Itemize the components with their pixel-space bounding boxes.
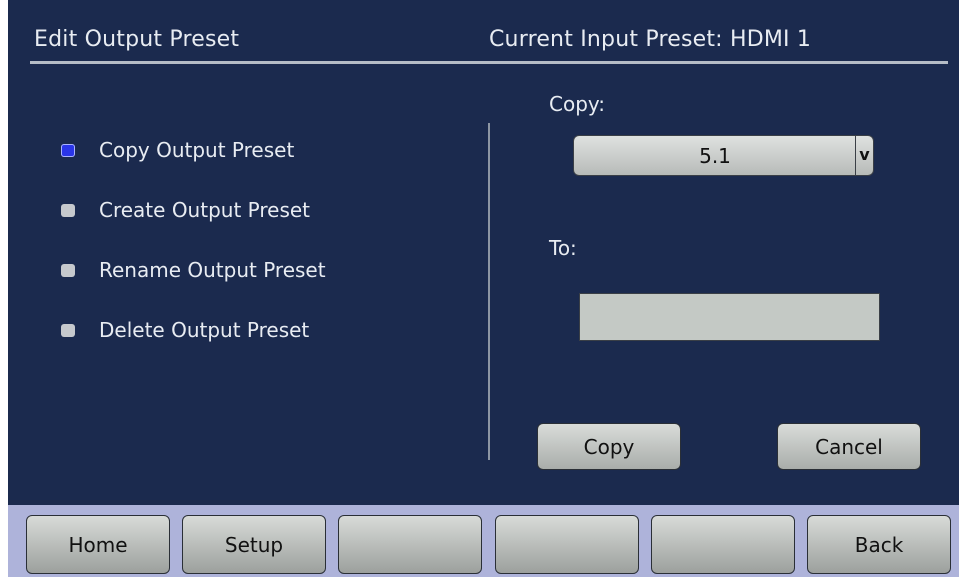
option-copy-output-preset[interactable]: Copy Output Preset	[60, 136, 380, 168]
copy-to-input[interactable]	[579, 293, 880, 341]
copy-button[interactable]: Copy	[537, 423, 681, 470]
cancel-button[interactable]: Cancel	[777, 423, 921, 470]
current-input-preset: Current Input Preset: HDMI 1	[489, 27, 812, 52]
chevron-down-icon[interactable]: v	[855, 136, 873, 175]
bottom-nav-bar: Home Setup Back	[8, 505, 959, 577]
vertical-divider	[488, 123, 490, 460]
home-button[interactable]: Home	[26, 515, 170, 574]
copy-from-label: Copy:	[549, 92, 606, 116]
copy-from-value: 5.1	[699, 144, 731, 168]
option-rename-output-preset[interactable]: Rename Output Preset	[60, 256, 380, 288]
edit-output-preset-screen: Edit Output Preset Current Input Preset:…	[8, 0, 959, 577]
nav-blank-button-2[interactable]	[495, 515, 639, 574]
option-label: Create Output Preset	[99, 198, 311, 222]
radio-icon	[61, 264, 75, 277]
page-title: Edit Output Preset	[34, 27, 240, 52]
title-divider	[30, 61, 948, 64]
option-label: Rename Output Preset	[99, 258, 326, 282]
option-label: Delete Output Preset	[99, 318, 310, 342]
radio-icon	[61, 204, 75, 217]
option-delete-output-preset[interactable]: Delete Output Preset	[60, 316, 380, 348]
option-label: Copy Output Preset	[99, 138, 295, 162]
option-create-output-preset[interactable]: Create Output Preset	[60, 196, 380, 228]
copy-from-dropdown[interactable]: 5.1 v	[573, 135, 874, 176]
nav-blank-button-3[interactable]	[651, 515, 795, 574]
selected-radio-icon	[61, 144, 75, 157]
copy-to-label: To:	[549, 236, 577, 260]
radio-icon	[61, 324, 75, 337]
nav-blank-button-1[interactable]	[338, 515, 482, 574]
setup-button[interactable]: Setup	[182, 515, 326, 574]
back-button[interactable]: Back	[807, 515, 951, 574]
